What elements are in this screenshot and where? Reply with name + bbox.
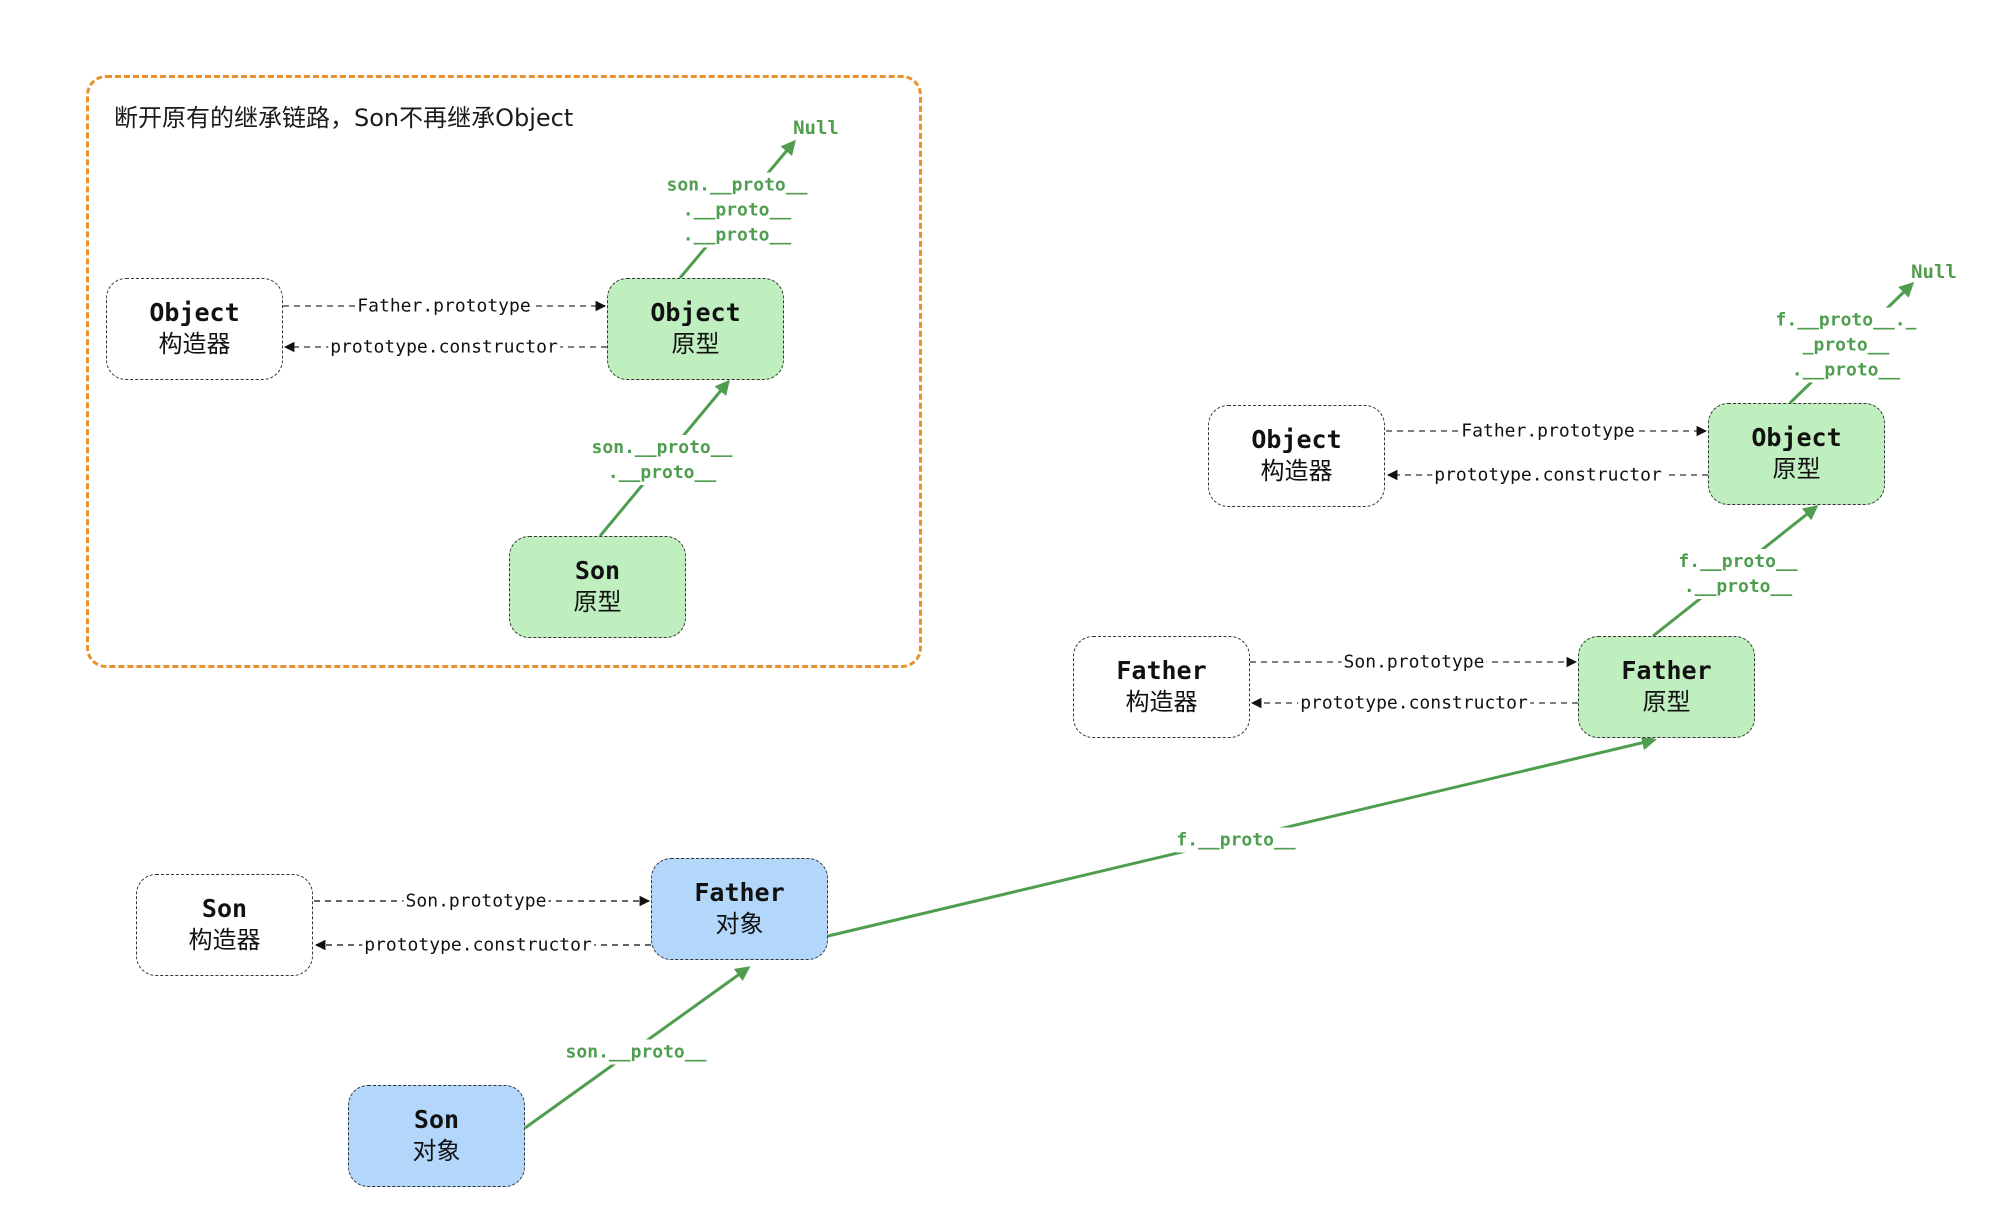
node-name: Object: [1751, 423, 1842, 452]
label-object-to-null: f.__proto__._ _proto__ .__proto__: [1775, 307, 1917, 383]
node-left-object-prototype[interactable]: Object 原型: [607, 278, 784, 380]
label-right-constructor: prototype.constructor: [1432, 464, 1664, 486]
label-right-null: Null: [1911, 261, 1957, 283]
node-name: Father: [694, 878, 785, 907]
node-kind: 构造器: [1260, 457, 1333, 485]
label-left-constructor: prototype.constructor: [328, 336, 560, 358]
node-name: Object: [149, 298, 240, 327]
node-kind: 原型: [573, 588, 622, 616]
group-title: 断开原有的继承链路，Son不再继承Object: [114, 104, 574, 132]
label-left-null: Null: [793, 117, 839, 139]
label-son-constructor: prototype.constructor: [362, 934, 594, 956]
node-left-son-prototype[interactable]: Son 原型: [509, 536, 686, 638]
label-left-son-to-object: son.__proto__ .__proto__: [591, 435, 733, 485]
label-father-obj-to-father-proto: f.__proto__: [1176, 827, 1296, 853]
node-name: Father: [1116, 656, 1207, 685]
node-kind: 原型: [1642, 688, 1691, 716]
node-kind: 对象: [412, 1137, 461, 1165]
label-left-object-to-null: son.__proto__ .__proto__ .__proto__: [666, 172, 808, 248]
node-kind: 构造器: [1125, 688, 1198, 716]
node-name: Son: [413, 1105, 460, 1134]
node-name: Object: [650, 298, 741, 327]
label-left-prototype: Father.prototype: [355, 295, 533, 317]
node-right-object-constructor[interactable]: Object 构造器: [1208, 405, 1385, 507]
node-son-object[interactable]: Son 对象: [348, 1085, 525, 1187]
label-right-prototype: Father.prototype: [1459, 420, 1637, 442]
node-name: Object: [1251, 425, 1342, 454]
node-father-prototype[interactable]: Father 原型: [1578, 636, 1755, 738]
node-kind: 构造器: [158, 330, 231, 358]
node-son-constructor[interactable]: Son 构造器: [136, 874, 313, 976]
label-father-prototype: Son.prototype: [1341, 651, 1487, 673]
label-father-constructor: prototype.constructor: [1298, 692, 1530, 714]
label-son-obj-to-father-obj: son.__proto__: [565, 1039, 707, 1065]
node-name: Son: [574, 556, 621, 585]
node-right-object-prototype[interactable]: Object 原型: [1708, 403, 1885, 505]
node-name: Father: [1621, 656, 1712, 685]
node-kind: 原型: [1772, 455, 1821, 483]
node-kind: 构造器: [188, 926, 261, 954]
label-son-prototype: Son.prototype: [403, 890, 549, 912]
label-father-to-object: f.__proto__ .__proto__: [1678, 549, 1798, 599]
node-kind: 对象: [715, 910, 764, 938]
node-name: Son: [201, 894, 248, 923]
node-kind: 原型: [671, 330, 720, 358]
node-father-constructor[interactable]: Father 构造器: [1073, 636, 1250, 738]
node-father-object[interactable]: Father 对象: [651, 858, 828, 960]
node-left-object-constructor[interactable]: Object 构造器: [106, 278, 283, 380]
